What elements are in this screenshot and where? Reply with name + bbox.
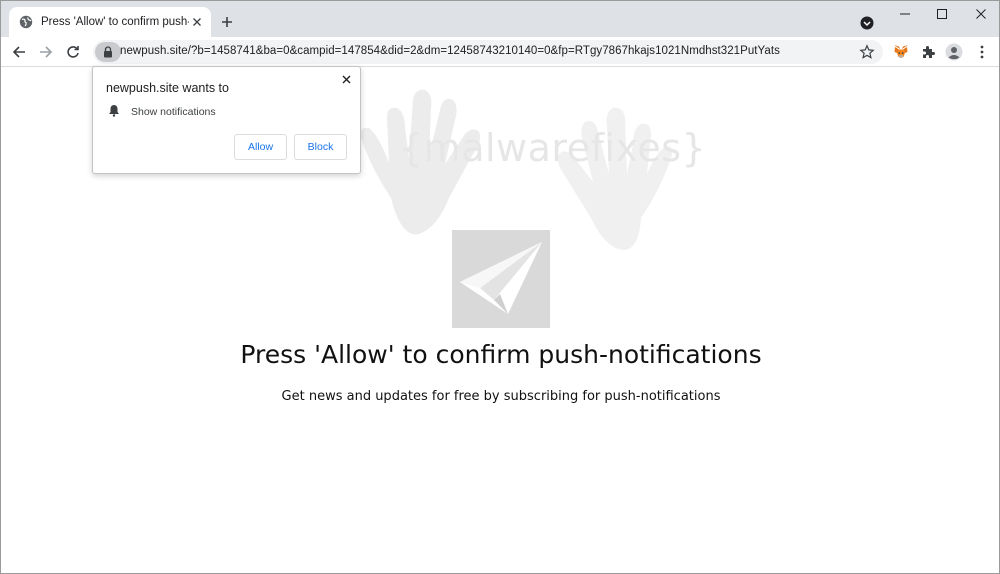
paper-plane-image (452, 230, 550, 328)
lock-icon[interactable] (95, 42, 121, 62)
menu-icon[interactable] (973, 43, 991, 61)
notification-permission-popup: newpush.site wants to Show notifications… (92, 66, 361, 174)
metamask-icon[interactable] (892, 43, 910, 61)
globe-icon (19, 15, 33, 29)
tab-title: Press 'Allow' to confirm push-notificati… (41, 16, 189, 28)
tab-search-icon[interactable] (859, 15, 875, 31)
watermark-text: {malwarefixes} (399, 126, 707, 170)
reload-icon[interactable] (63, 42, 83, 62)
close-icon[interactable] (338, 71, 354, 87)
browser-toolbar: newpush.site/?b=1458741&ba=0&campid=1478… (1, 37, 999, 67)
back-icon[interactable] (9, 42, 29, 62)
close-window-icon[interactable] (970, 5, 992, 23)
star-icon[interactable] (859, 44, 875, 60)
paper-plane-icon (460, 242, 542, 314)
page-headline: Press 'Allow' to confirm push-notificati… (240, 340, 762, 369)
permission-label: Show notifications (131, 106, 216, 118)
minimize-icon[interactable] (894, 5, 916, 23)
plus-icon[interactable] (217, 12, 237, 32)
allow-button[interactable]: Allow (234, 134, 287, 160)
bell-icon (109, 105, 119, 117)
popup-title: newpush.site wants to (106, 81, 229, 95)
address-bar[interactable]: newpush.site/?b=1458741&ba=0&campid=1478… (93, 40, 883, 64)
tab-strip: Press 'Allow' to confirm push-notificati… (1, 1, 999, 37)
browser-window: Press 'Allow' to confirm push-notificati… (0, 0, 1000, 574)
maximize-icon[interactable] (931, 5, 953, 23)
close-icon[interactable] (189, 14, 205, 30)
block-button[interactable]: Block (294, 134, 347, 160)
forward-icon[interactable] (36, 42, 56, 62)
url-text[interactable]: newpush.site/?b=1458741&ba=0&campid=1478… (120, 45, 780, 57)
profile-icon[interactable] (945, 43, 963, 61)
browser-tab[interactable]: Press 'Allow' to confirm push-notificati… (9, 7, 211, 37)
page-subline: Get news and updates for free by subscri… (281, 389, 721, 404)
puzzle-icon[interactable] (919, 43, 937, 61)
